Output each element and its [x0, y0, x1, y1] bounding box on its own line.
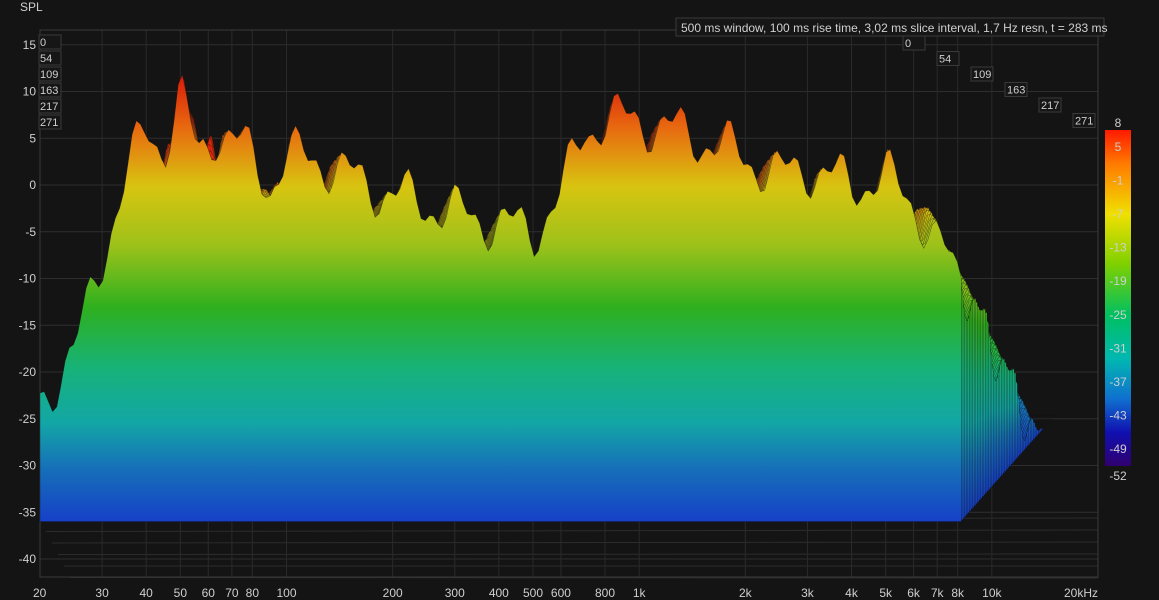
x-tick-label: 20kHz: [1064, 586, 1098, 600]
colorbar-tick-label: -37: [1109, 375, 1127, 389]
x-tick-label: 500: [523, 586, 543, 600]
colorbar-tick-label: -52: [1109, 469, 1127, 483]
floor-gridline: [57, 553, 1099, 555]
x-axis: 20 30 40 50 60 70 80 100 200 300 400 500 600 800 1k 2k 3…: [33, 586, 1098, 600]
x-tick-label: 6k: [907, 586, 921, 600]
time-tick-label-left: 163: [40, 85, 58, 97]
x-tick-label: 1k: [633, 586, 647, 600]
time-tick-label-right: 217: [1041, 100, 1059, 112]
x-tick-label: 7k: [931, 586, 945, 600]
y-axis-label: SPL: [20, 0, 43, 14]
time-tick-label-right: 109: [973, 69, 991, 81]
y-tick-label: -5: [25, 225, 36, 239]
y-tick-label: 0: [29, 178, 36, 192]
colorbar-tick-label: -19: [1109, 274, 1127, 288]
time-tick-label-right: 54: [939, 54, 951, 66]
x-tick-label: 20: [33, 586, 47, 600]
x-tick-label: 600: [551, 586, 571, 600]
waterfall-chart: 151050-5-10-15-20-25-30-35-40 20 30 40 50 60…: [19, 0, 1131, 600]
x-tick-label: 60: [202, 586, 216, 600]
floor-gridline: [51, 541, 1099, 544]
colorbar-tick-label: -31: [1109, 341, 1127, 355]
y-tick-label: 10: [23, 85, 37, 99]
time-tick-label-left: 217: [40, 101, 58, 113]
x-tick-label: 10k: [982, 586, 1002, 600]
colorbar-tick-label: 8: [1115, 116, 1122, 130]
x-tick-label: 4k: [845, 586, 859, 600]
y-tick-label: -25: [19, 412, 37, 426]
time-tick-label-right: 163: [1007, 85, 1025, 97]
colorbar: 8 5 -1 -7 -13 -19 -25 -31 -37 -43 -49 -52: [1105, 116, 1131, 483]
y-tick-label: -20: [19, 365, 37, 379]
colorbar-tick-label: -13: [1109, 241, 1127, 255]
y-tick-label: 5: [29, 131, 36, 145]
x-tick-label: 2k: [739, 586, 753, 600]
x-tick-label: 70: [225, 586, 239, 600]
y-tick-label: -30: [19, 459, 37, 473]
x-tick-label: 80: [246, 586, 260, 600]
time-tick-label-left: 271: [40, 117, 58, 129]
x-tick-label: 8k: [951, 586, 965, 600]
waterfall-slice: [39, 73, 962, 522]
colorbar-tick-label: -7: [1113, 207, 1124, 221]
x-tick-label: 5k: [879, 586, 893, 600]
x-tick-label: 30: [95, 586, 109, 600]
x-tick-label: 3k: [801, 586, 815, 600]
time-tick-label-right: 271: [1075, 116, 1093, 128]
floor-gridline: [69, 577, 1099, 579]
time-tick-label-right: 0: [905, 38, 911, 50]
y-axis: 15 10 5 0 -5 -10 -15 -20 -25 -30 -35 -40: [19, 38, 37, 566]
info-text: 500 ms window, 100 ms rise time, 3,02 ms…: [681, 21, 1108, 35]
colorbar-tick-label: -25: [1109, 308, 1127, 322]
colorbar-tick-label: 5: [1115, 140, 1122, 154]
floor-grid: [39, 517, 1099, 579]
time-tick-label-left: 109: [40, 69, 58, 81]
colorbar-tick-label: -49: [1109, 442, 1127, 456]
colorbar-tick-label: -1: [1113, 173, 1124, 187]
y-tick-label: 15: [23, 38, 37, 52]
info-box: 500 ms window, 100 ms rise time, 3,02 ms…: [675, 17, 1108, 37]
waterfall-surface: [39, 73, 1056, 522]
floor-gridline: [45, 529, 1099, 532]
x-tick-label: 50: [174, 586, 188, 600]
x-tick-label: 40: [139, 586, 153, 600]
x-tick-label: 200: [383, 586, 403, 600]
colorbar-tick-label: -43: [1109, 409, 1127, 423]
time-tick-label-left: 0: [40, 37, 46, 49]
time-axis: 0 0 54 54 109 109 163 163 217 217 271 271: [38, 34, 1096, 130]
y-tick-label: -15: [19, 318, 37, 332]
y-tick-label: -40: [19, 552, 37, 566]
x-tick-label: 800: [595, 586, 615, 600]
y-tick-label: -10: [19, 272, 37, 286]
x-tick-label: 100: [276, 586, 296, 600]
x-tick-label: 400: [489, 586, 509, 600]
x-tick-label: 300: [445, 586, 465, 600]
y-tick-label: -35: [19, 505, 37, 519]
time-tick-label-left: 54: [40, 53, 52, 65]
